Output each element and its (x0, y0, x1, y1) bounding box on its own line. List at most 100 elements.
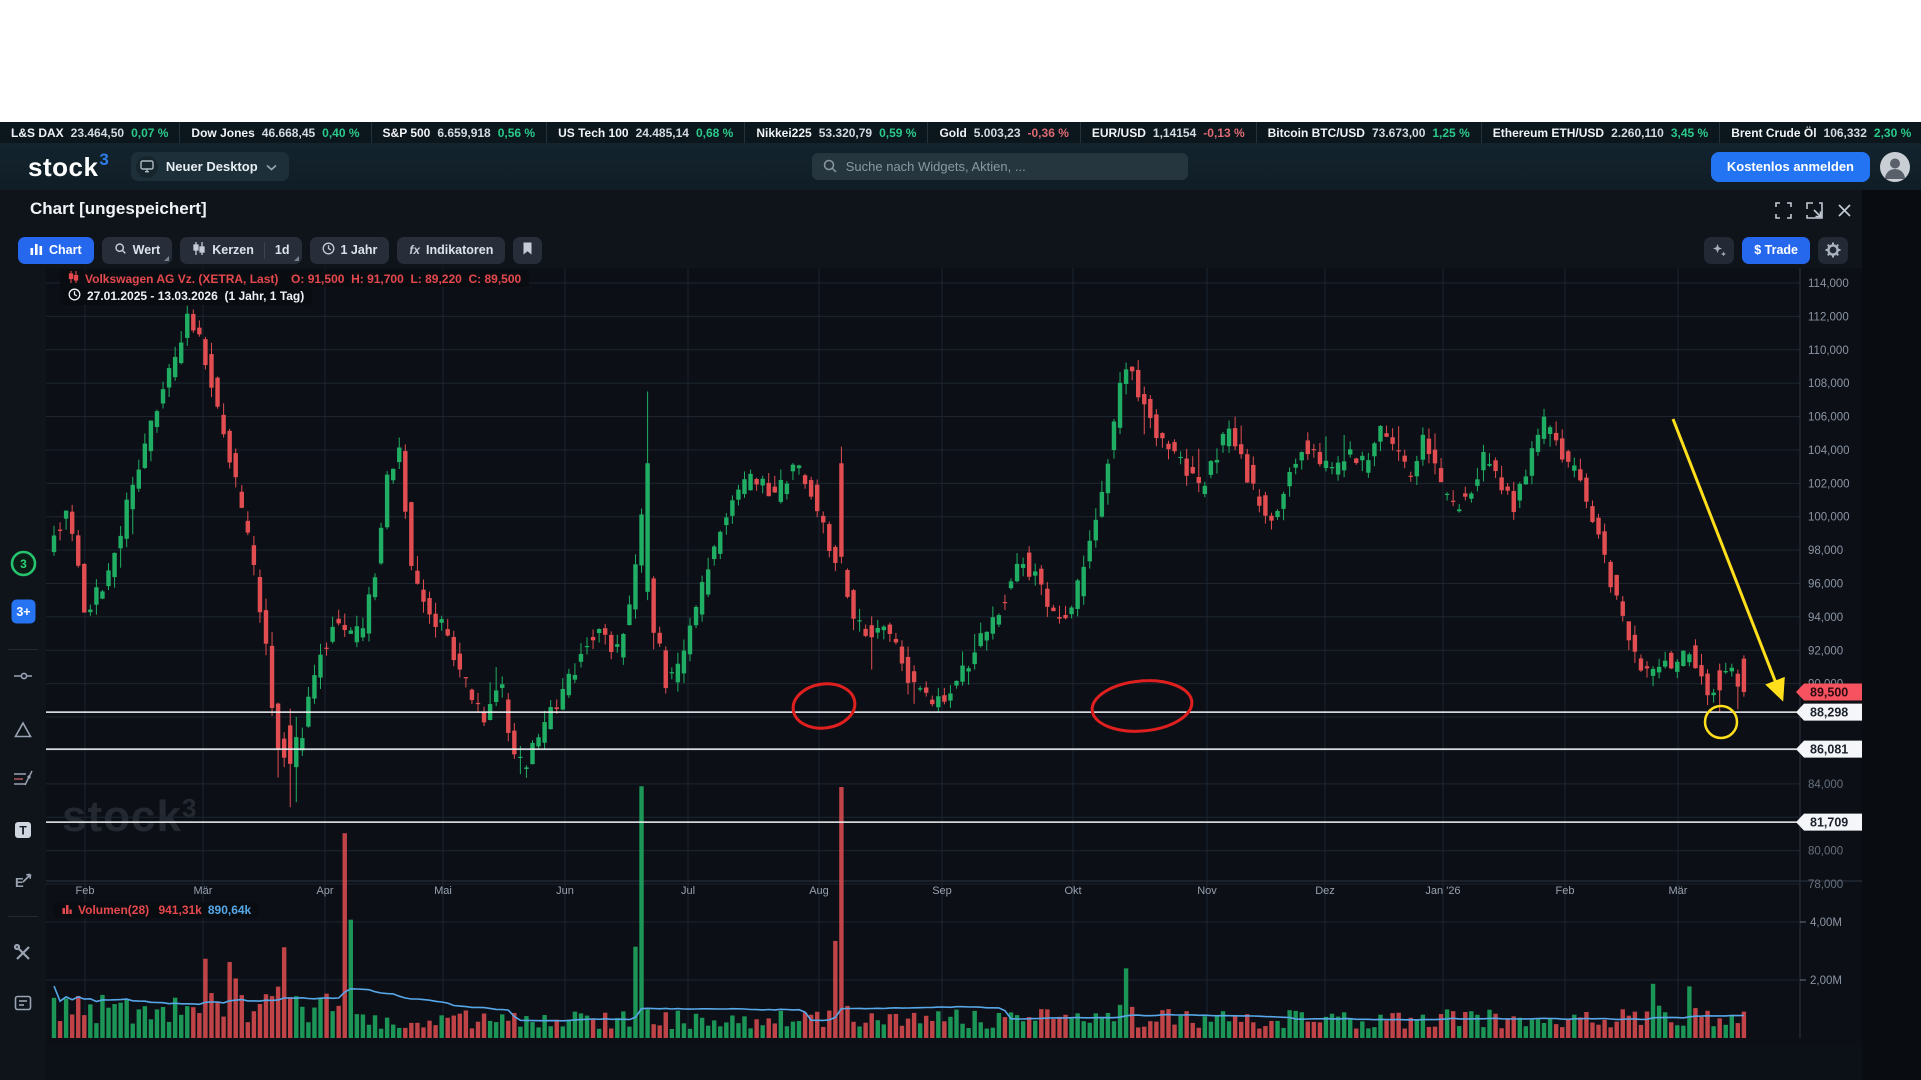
svg-text:86,081: 86,081 (1810, 743, 1848, 757)
search-input[interactable] (812, 153, 1188, 180)
range-button[interactable]: 1 Jahr (310, 237, 390, 264)
svg-text:Nov: Nov (1197, 885, 1217, 897)
date-range-info[interactable]: 27.01.2025 - 13.03.2026 (1 Jahr, 1 Tag) (60, 287, 312, 305)
trendline-tool-icon[interactable] (9, 662, 37, 690)
clock-icon (322, 242, 335, 258)
pattern-tool-icon[interactable] (9, 764, 37, 792)
svg-text:92,000: 92,000 (1808, 645, 1843, 657)
tools-wrench-icon[interactable] (9, 939, 37, 967)
bar-chart-icon (30, 243, 43, 258)
ticker-item[interactable]: EUR/USD1,14154-0,13 % (1081, 122, 1257, 143)
magic-sparkles-button[interactable] (1704, 237, 1734, 264)
svg-text:Feb: Feb (76, 885, 95, 897)
svg-text:3+: 3+ (16, 605, 30, 619)
gridlines-layer (46, 268, 1862, 1038)
instrument-ohlc-info[interactable]: Volkswagen AG Vz. (XETRA, Last) O: 91,50… (60, 270, 529, 287)
ticker-item[interactable]: Dow Jones46.668,450,40 % (180, 122, 371, 143)
svg-text:81,709: 81,709 (1810, 816, 1848, 830)
clock-icon (68, 288, 81, 304)
svg-text:98,000: 98,000 (1808, 545, 1843, 557)
svg-text:106,000: 106,000 (1808, 412, 1850, 424)
svg-text:Sep: Sep (932, 885, 952, 897)
svg-text:102,000: 102,000 (1808, 478, 1850, 490)
chart-canvas-area[interactable]: stock3 FebMärAprMaiJunJulAugSepOktNovDez… (46, 268, 1862, 1045)
layout-panel-icon[interactable] (9, 989, 37, 1017)
ticker-item[interactable]: S&P 5006.659,9180,56 % (372, 122, 548, 143)
fullscreen-button[interactable] (1775, 202, 1792, 219)
volume-indicator-info[interactable]: Volumen(28) 941,31k890,64k (54, 902, 259, 918)
ticker-item[interactable]: Gold5.003,23-0,36 % (928, 122, 1080, 143)
desktop-switcher-button[interactable]: Neuer Desktop (131, 152, 289, 181)
candles-icon (192, 242, 206, 258)
wert-button[interactable]: Wert (102, 237, 173, 264)
popout-button[interactable] (1806, 202, 1823, 219)
time-axis-labels[interactable]: FebMärAprMaiJunJulAugSepOktNovDezJan '26… (76, 885, 1688, 897)
drawing-tools-sidebar: 3 3+ T E (0, 268, 47, 1080)
stock3-logo[interactable]: stock3 (28, 154, 109, 180)
search-icon (822, 158, 838, 179)
svg-text:112,000: 112,000 (1808, 311, 1849, 323)
user-avatar[interactable] (1880, 152, 1910, 182)
price-chart-svg[interactable]: FebMärAprMaiJunJulAugSepOktNovDezJan '26… (46, 268, 1862, 1045)
price-tags-layer: 88,29886,08181,70989,500 (1796, 684, 1862, 831)
fx-icon: fx (409, 243, 420, 257)
chart-toolbar: Chart Wert Kerzen 1d 1 Jahr fx Indikator… (0, 230, 1862, 270)
indikatoren-button[interactable]: fx Indikatoren (397, 237, 505, 264)
candle-mini-icon (68, 271, 79, 286)
svg-text:80,000: 80,000 (1808, 846, 1843, 858)
settings-gear-icon[interactable] (1818, 237, 1848, 264)
volume-bars-icon (62, 903, 72, 917)
svg-text:Jul: Jul (681, 885, 695, 897)
stock3-badge-icon[interactable]: 3 (9, 549, 37, 577)
tab-chart[interactable]: Chart (18, 237, 94, 264)
svg-text:84,000: 84,000 (1808, 779, 1843, 791)
bookmark-button[interactable] (513, 237, 542, 264)
triangle-tool-icon[interactable] (9, 716, 37, 744)
svg-text:110,000: 110,000 (1808, 345, 1849, 357)
kerzen-interval-group[interactable]: Kerzen 1d (180, 237, 301, 264)
monitor-icon (136, 156, 158, 178)
svg-text:Mär: Mär (194, 885, 213, 897)
svg-text:Apr: Apr (316, 885, 333, 897)
browser-blank-area (0, 0, 1921, 122)
signup-button[interactable]: Kostenlos anmelden (1711, 152, 1870, 182)
svg-text:Feb: Feb (1556, 885, 1575, 897)
svg-text:94,000: 94,000 (1808, 612, 1843, 624)
ticker-item[interactable]: Ethereum ETH/USD2.260,1103,45 % (1482, 122, 1720, 143)
svg-text:3: 3 (20, 557, 27, 571)
ticker-item[interactable]: Brent Crude Öl106,3322,30 % (1720, 122, 1921, 143)
svg-text:Mai: Mai (434, 885, 452, 897)
stock3-plus-icon[interactable]: 3+ (9, 597, 37, 625)
ticker-item[interactable]: Nikkei22553.320,790,59 % (745, 122, 928, 143)
interval-button[interactable]: 1d (275, 243, 290, 257)
svg-text:Aug: Aug (809, 885, 829, 897)
horizontal-level-lines[interactable] (46, 712, 1800, 822)
divider (8, 649, 38, 650)
volume-layer (52, 786, 1746, 1038)
widget-bottom-bar (46, 1045, 1862, 1080)
svg-text:104,000: 104,000 (1808, 445, 1850, 457)
svg-text:Okt: Okt (1064, 885, 1081, 897)
svg-text:100,000: 100,000 (1808, 512, 1850, 524)
edit-drawing-icon[interactable]: E (9, 867, 37, 895)
svg-text:108,000: 108,000 (1808, 378, 1850, 390)
text-tool-icon[interactable]: T (9, 816, 37, 844)
ticker-item[interactable]: Bitcoin BTC/USD73.673,001,25 % (1257, 122, 1482, 143)
divider (8, 916, 38, 917)
svg-text:Dez: Dez (1315, 885, 1335, 897)
close-icon[interactable] (1837, 203, 1852, 218)
ticker-item[interactable]: US Tech 10024.485,140,68 % (547, 122, 745, 143)
chevron-down-icon (266, 159, 277, 174)
global-search (812, 153, 1188, 180)
ticker-item[interactable]: L&S DAX23.464,500,07 % (0, 122, 180, 143)
svg-text:T: T (19, 824, 27, 838)
annotations-layer[interactable] (790, 419, 1781, 738)
svg-text:Jan '26: Jan '26 (1425, 885, 1460, 897)
svg-text:88,298: 88,298 (1810, 706, 1848, 720)
page-title: Chart [ungespeichert] (30, 199, 207, 219)
svg-text:114,000: 114,000 (1808, 278, 1849, 290)
svg-text:78,000: 78,000 (1808, 879, 1843, 891)
trade-button[interactable]: $ Trade (1742, 237, 1810, 264)
svg-text:96,000: 96,000 (1808, 578, 1843, 590)
app-header: stock3 Neuer Desktop Kostenlos anmelden (0, 143, 1921, 190)
